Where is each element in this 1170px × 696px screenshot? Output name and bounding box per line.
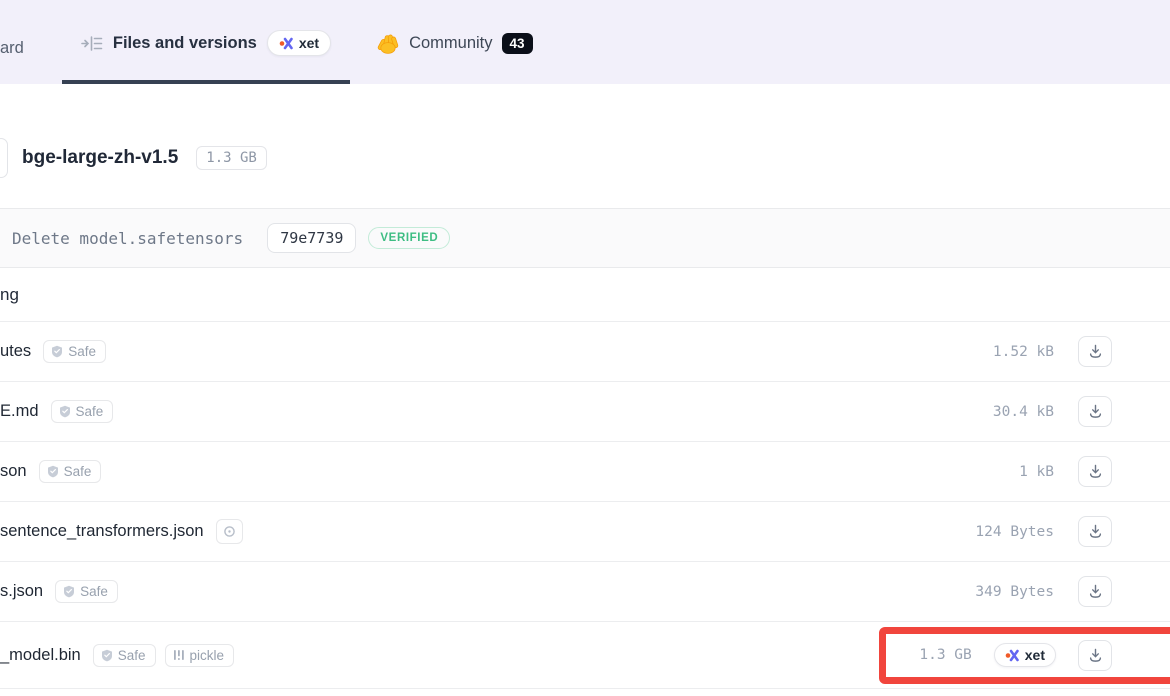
safe-badge-label: Safe <box>80 584 108 599</box>
pickle-badge-label: pickle <box>189 647 225 663</box>
download-button[interactable] <box>1078 639 1112 671</box>
file-name[interactable]: sentence_transformers.json <box>0 522 204 541</box>
file-row[interactable]: utes Safe 1.52 kB <box>0 322 1170 382</box>
wave-hand-icon <box>376 31 400 55</box>
repo-tab-bar: ard Files and versions xet Community 43 <box>0 0 1170 84</box>
pickle-icon <box>173 649 185 661</box>
last-commit-bar: Delete model.safetensors 79e7739 VERIFIE… <box>0 208 1170 268</box>
safe-badge[interactable]: Safe <box>50 400 114 423</box>
tab-files-and-versions[interactable]: Files and versions xet <box>61 0 351 84</box>
download-button[interactable] <box>1078 516 1112 547</box>
xet-badge-label: xet <box>298 35 320 51</box>
download-button[interactable] <box>1078 576 1112 607</box>
pickle-badge[interactable]: pickle <box>164 643 235 667</box>
shield-icon <box>51 345 63 358</box>
scan-icon <box>223 525 236 538</box>
commit-message[interactable]: Delete model.safetensors <box>12 229 243 248</box>
safe-badge[interactable]: Safe <box>92 643 156 667</box>
file-size: 1.52 kB <box>992 343 1054 360</box>
xet-badge-file[interactable]: xet <box>993 643 1056 667</box>
shield-icon <box>63 585 75 598</box>
files-versions-icon <box>81 28 103 53</box>
commit-hash-badge[interactable]: 79e7739 <box>267 223 357 253</box>
file-name[interactable]: utes <box>0 342 31 361</box>
file-size: 349 Bytes <box>975 583 1054 600</box>
download-button[interactable] <box>1078 396 1112 427</box>
tab-files-label: Files and versions <box>112 33 257 52</box>
file-list: ng utes Safe 1.52 kB E.md Safe 30.4 kB s… <box>0 268 1170 689</box>
safe-badge[interactable]: Safe <box>55 580 118 603</box>
tab-model-card[interactable]: ard <box>0 8 24 92</box>
tab-community[interactable]: Community 43 <box>376 0 533 84</box>
tab-community-label: Community <box>409 33 493 52</box>
file-size: 1.3 GB <box>919 647 972 663</box>
files-and-versions-page: ard Files and versions xet Community 43 … <box>0 0 1170 696</box>
xet-logo-icon <box>1005 649 1019 662</box>
xet-logo-icon <box>279 37 293 50</box>
commit-verified-badge: VERIFIED <box>368 227 451 249</box>
file-row[interactable]: sentence_transformers.json 124 Bytes <box>0 502 1170 562</box>
file-name[interactable]: E.md <box>0 402 39 421</box>
branch-selector-button-partial[interactable] <box>0 138 8 178</box>
file-name[interactable]: _model.bin <box>0 646 81 665</box>
folder-name[interactable]: ng <box>0 285 19 305</box>
shield-icon <box>101 649 113 662</box>
file-row[interactable]: E.md Safe 30.4 kB <box>0 382 1170 442</box>
file-size: 1 kB <box>1019 463 1054 480</box>
repo-size-badge: 1.3 GB <box>196 146 267 170</box>
file-row[interactable]: son Safe 1 kB <box>0 442 1170 502</box>
shield-icon <box>47 465 59 478</box>
file-size: 30.4 kB <box>992 403 1054 420</box>
safe-badge-label: Safe <box>75 404 104 419</box>
file-row[interactable]: s.json Safe 349 Bytes <box>0 562 1170 622</box>
file-name[interactable]: s.json <box>0 582 43 601</box>
file-size: 124 Bytes <box>975 523 1054 540</box>
safe-badge[interactable]: Safe <box>43 340 106 363</box>
shield-icon <box>59 405 71 418</box>
safe-badge-label: Safe <box>117 647 146 663</box>
community-count-badge: 43 <box>501 32 533 54</box>
safe-badge-label: Safe <box>68 344 96 359</box>
xet-badge-label: xet <box>1024 647 1045 663</box>
download-button[interactable] <box>1078 336 1112 367</box>
repo-name[interactable]: bge-large-zh-v1.5 <box>22 147 178 169</box>
repo-title-row: bge-large-zh-v1.5 1.3 GB <box>0 138 1170 178</box>
file-name[interactable]: son <box>0 462 27 481</box>
safe-badge[interactable]: Safe <box>38 460 102 483</box>
file-row[interactable]: _model.bin Safe pickle 1.3 GB xet <box>0 622 1170 689</box>
folder-row[interactable]: ng <box>0 268 1170 322</box>
safe-badge-label: Safe <box>63 464 92 479</box>
xet-badge-tab[interactable]: xet <box>266 30 332 56</box>
scan-status-badge[interactable] <box>215 519 243 544</box>
tab-model-card-label: ard <box>0 38 24 57</box>
download-button[interactable] <box>1078 456 1112 487</box>
